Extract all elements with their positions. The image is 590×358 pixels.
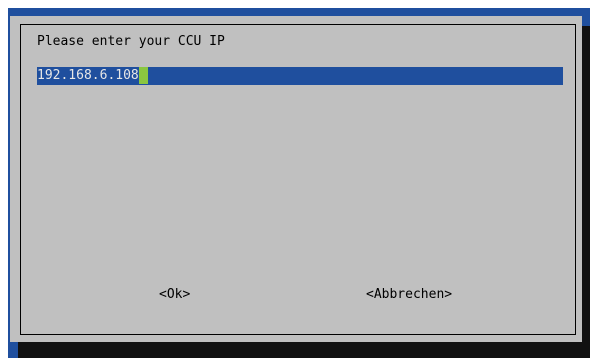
screen: Please enter your CCU IP 192.168.6.108 <… <box>0 0 590 358</box>
input-dialog: Please enter your CCU IP 192.168.6.108 <… <box>10 16 582 342</box>
dialog-prompt: Please enter your CCU IP <box>37 34 225 49</box>
ccu-ip-input[interactable]: 192.168.6.108 <box>37 67 563 85</box>
cancel-button[interactable]: <Abbrechen> <box>366 287 452 302</box>
ccu-ip-input-value-wrapper: 192.168.6.108 <box>37 67 148 85</box>
ccu-ip-input-value: 192.168.6.108 <box>37 68 139 83</box>
text-cursor <box>138 67 148 84</box>
ok-button[interactable]: <Ok> <box>159 287 190 302</box>
